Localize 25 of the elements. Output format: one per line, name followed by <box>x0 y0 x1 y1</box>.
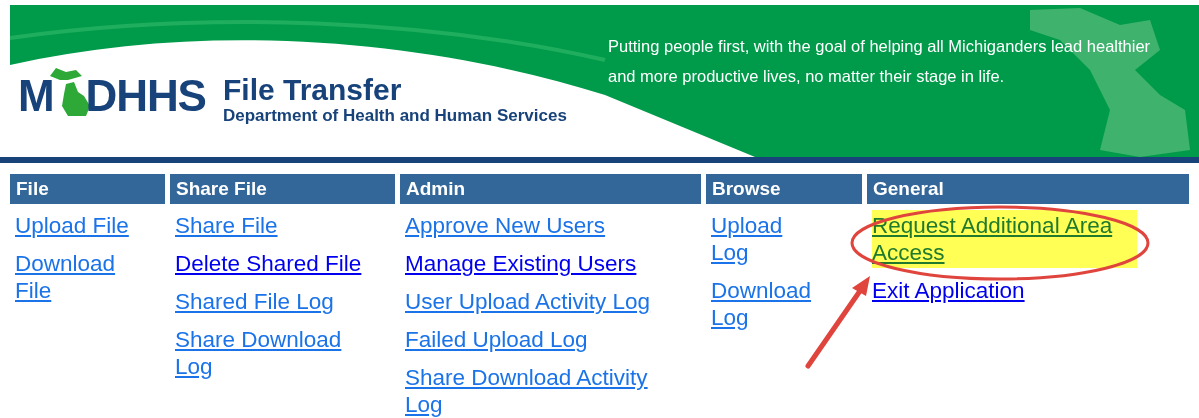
menu-heading: File <box>10 174 165 204</box>
logo-text: M <box>18 74 54 118</box>
app-title: File Transfer <box>223 74 403 106</box>
menu-link[interactable]: Share Download Log <box>175 326 370 380</box>
menu-heading: Browse <box>706 174 862 204</box>
menu-link[interactable]: Request Additional Area Access <box>872 210 1137 268</box>
menu-heading: Share File <box>170 174 395 204</box>
tagline: Putting people first, with the goal of helping all Michiganders lead healthier and more productive lives, no matter their stage in life. <box>608 36 1152 87</box>
menu-link[interactable]: Manage Existing Users <box>405 250 637 277</box>
logo-text: DHHS <box>85 74 206 118</box>
menu-link[interactable]: Share File <box>175 212 278 239</box>
menu-link[interactable]: Failed Upload Log <box>405 326 588 353</box>
menu-link[interactable]: Delete Shared File <box>175 250 362 277</box>
menu-link[interactable]: Shared File Log <box>175 288 334 315</box>
menu-heading: Admin <box>400 174 701 204</box>
app-subtitle: Department of Health and Human Services <box>223 106 567 126</box>
menu-link[interactable]: Download Log <box>711 277 826 331</box>
menu-link[interactable]: Upload Log <box>711 212 826 266</box>
menu-link[interactable]: Upload File <box>15 212 129 239</box>
menu-link[interactable]: Share Download Activity Log <box>405 364 657 418</box>
menu-link[interactable]: Exit Application <box>872 277 1025 304</box>
menu-link[interactable]: Download File <box>15 250 130 304</box>
menu-link[interactable]: Approve New Users <box>405 212 606 239</box>
menu-heading: General <box>867 174 1189 204</box>
menu-link[interactable]: User Upload Activity Log <box>405 288 651 315</box>
